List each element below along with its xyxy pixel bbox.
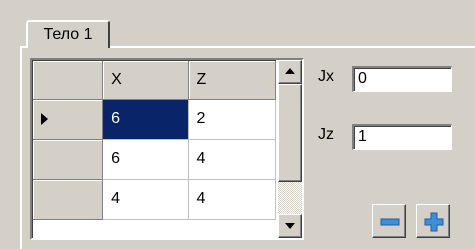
column-header-z[interactable]: Z <box>188 61 277 100</box>
plus-icon <box>424 212 444 232</box>
scroll-thumb[interactable] <box>278 84 302 182</box>
table-row[interactable]: 6 2 <box>33 99 277 140</box>
cell-x[interactable]: 4 <box>102 179 189 220</box>
row-indicator-header <box>33 61 104 100</box>
minus-icon <box>380 218 400 226</box>
scroll-track[interactable] <box>278 182 302 214</box>
grid-header-row: X Z <box>33 61 277 100</box>
cell-x[interactable]: 6 <box>102 139 189 180</box>
jz-field[interactable]: 1 <box>352 124 452 150</box>
vertical-scrollbar[interactable] <box>278 60 302 238</box>
scroll-down-button[interactable] <box>278 214 302 238</box>
add-point-button[interactable] <box>416 204 450 238</box>
cell-x[interactable]: 6 <box>102 99 189 140</box>
row-indicator[interactable] <box>33 139 104 180</box>
points-grid[interactable]: X Z 6 2 6 4 4 4 <box>30 58 304 240</box>
row-indicator[interactable] <box>33 99 104 140</box>
cell-z[interactable]: 4 <box>188 179 277 220</box>
scroll-up-button[interactable] <box>278 60 302 84</box>
jz-label: Jz <box>318 126 334 143</box>
remove-point-button[interactable] <box>372 204 406 238</box>
table-row[interactable]: 6 4 <box>33 139 277 180</box>
table-row[interactable]: 4 4 <box>33 179 277 220</box>
cell-z[interactable]: 2 <box>188 99 277 140</box>
cell-z[interactable]: 4 <box>188 139 277 180</box>
column-header-x[interactable]: X <box>102 61 189 100</box>
jx-field[interactable]: 0 <box>352 66 452 92</box>
jx-label: Jx <box>318 68 334 85</box>
row-indicator[interactable] <box>33 179 104 220</box>
tab-body-1[interactable]: Тело 1 <box>26 20 110 48</box>
tab-label: Тело 1 <box>43 26 93 43</box>
arrow-up-icon <box>285 68 295 74</box>
arrow-down-icon <box>285 223 295 229</box>
current-row-arrow-icon <box>41 113 48 125</box>
